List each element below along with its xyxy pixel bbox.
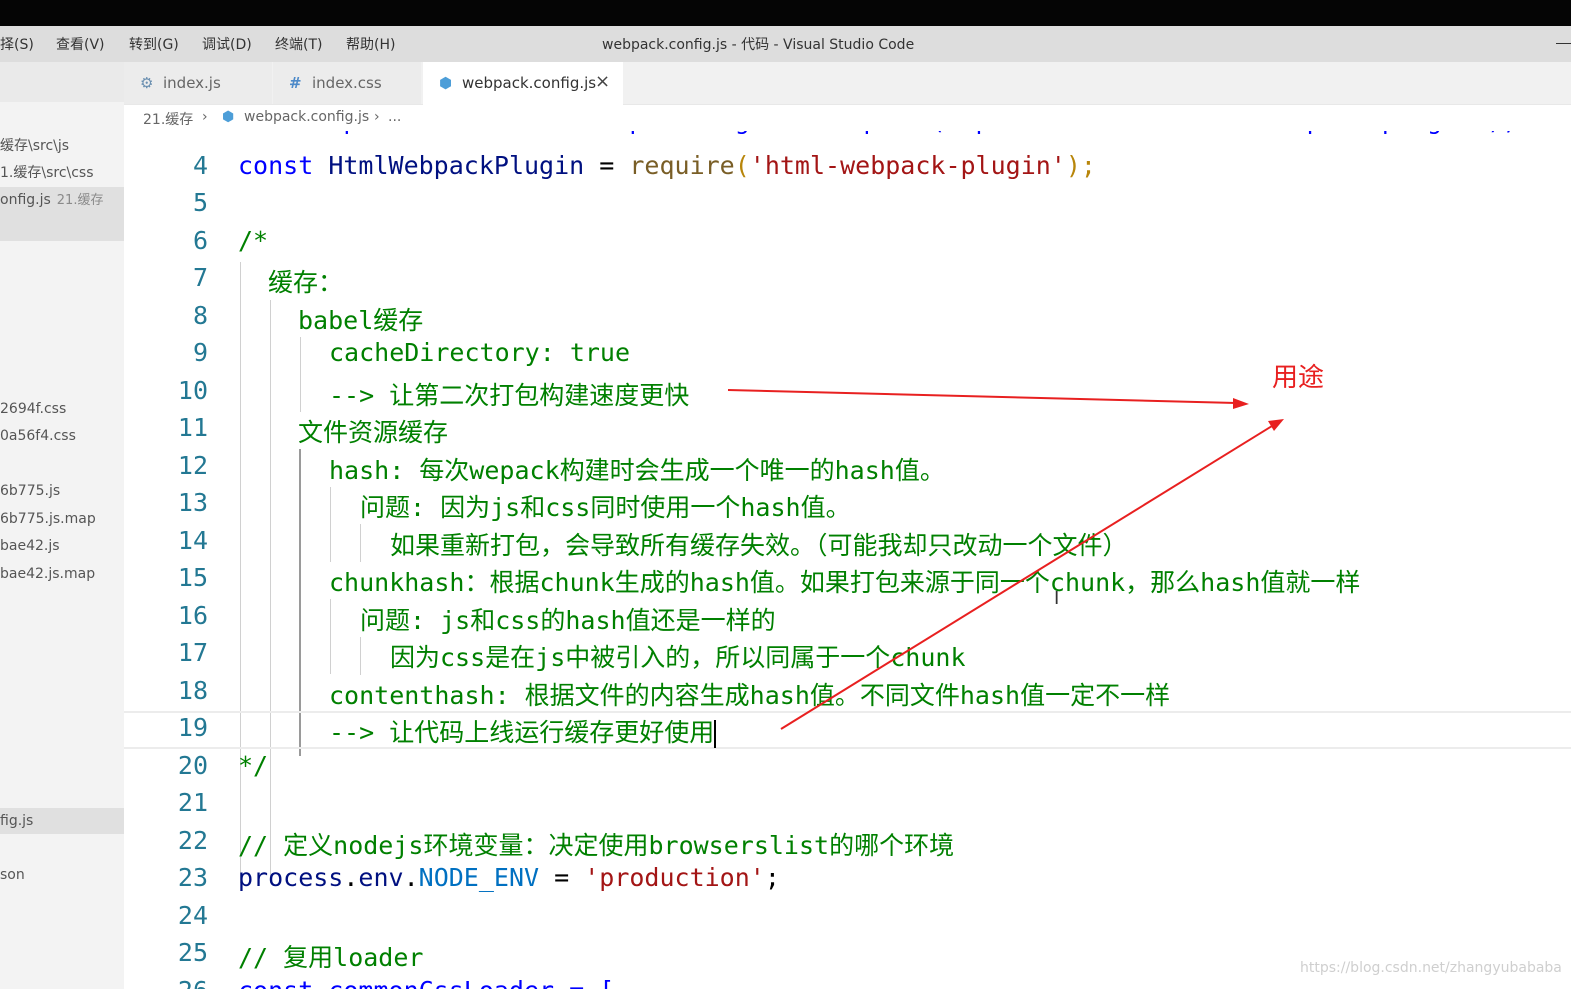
annotation-arrows [727, 389, 1284, 730]
annotation-label: 用途 [1272, 363, 1325, 393]
ibeam-cursor-icon: I [1054, 588, 1060, 609]
arrow-line-1 [727, 389, 1237, 404]
arrow-line-2 [780, 425, 1273, 730]
watermark: https://blog.csdn.net/zhangyubababa [1300, 960, 1562, 976]
arrowhead-2 [1268, 419, 1284, 431]
arrowhead-1 [1233, 398, 1249, 409]
